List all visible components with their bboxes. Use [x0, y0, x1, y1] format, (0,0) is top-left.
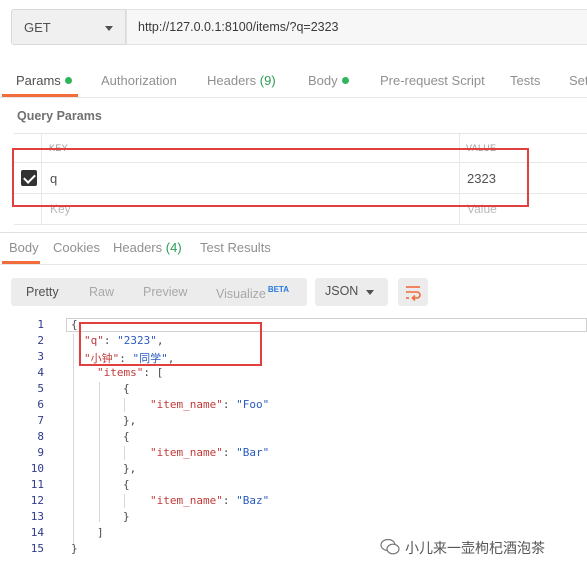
tab-headers-label: Headers [207, 73, 257, 88]
visualize-label: Visualize [216, 287, 266, 301]
tab-response-headers-label: Headers [113, 240, 163, 255]
headers-count: (9) [259, 73, 276, 88]
method-label: GET [24, 20, 51, 35]
url-bar: GET http://127.0.0.1:8100/items/?q=2323 [0, 0, 587, 55]
response-tabs-divider [0, 264, 587, 265]
json-key: "item_name" [150, 446, 223, 459]
json-string: "Bar" [236, 446, 270, 459]
json-string: "Baz" [236, 494, 270, 507]
line-number: 2 [37, 334, 44, 347]
wrap-icon [406, 286, 421, 302]
tab-body-label: Body [308, 73, 338, 88]
code-line: "item_name": "Baz" [150, 494, 269, 507]
json-punctuation: { [123, 430, 130, 443]
line-number: 4 [37, 366, 44, 379]
tab-response-headers[interactable]: Headers (4) [113, 240, 182, 255]
response-divider [0, 232, 587, 233]
code-line: { [71, 318, 78, 331]
params-table-border [14, 133, 587, 134]
code-line: } [71, 542, 78, 555]
tab-pre-request-script[interactable]: Pre-request Script [380, 73, 485, 88]
preview-button[interactable]: Preview [143, 285, 187, 299]
tab-test-results[interactable]: Test Results [200, 240, 271, 255]
code-line: "item_name": "Bar" [150, 446, 269, 459]
tab-params-label: Params [16, 73, 61, 88]
json-punctuation: }, [123, 462, 137, 475]
json-key: "item_name" [150, 398, 223, 411]
format-label: JSON [325, 284, 359, 298]
line-number: 10 [30, 462, 44, 475]
json-key: "item_name" [150, 494, 223, 507]
json-punctuation: ] [97, 526, 104, 539]
tab-body[interactable]: Body [308, 73, 349, 88]
query-params-title: Query Params [17, 109, 102, 123]
json-string: "Foo" [236, 398, 270, 411]
tab-headers[interactable]: Headers (9) [207, 73, 276, 88]
response-headers-count: (4) [165, 240, 182, 255]
line-number: 3 [37, 350, 44, 363]
line-number: 13 [30, 510, 44, 523]
method-select[interactable]: GET [11, 9, 126, 45]
tab-tests[interactable]: Tests [510, 73, 540, 88]
json-punctuation: { [71, 318, 78, 331]
annotation-box-params [12, 148, 529, 207]
code-line: ] [97, 526, 104, 539]
chevron-down-icon [105, 26, 113, 31]
tabs-divider [0, 97, 587, 98]
url-input[interactable]: http://127.0.0.1:8100/items/?q=2323 [126, 9, 587, 45]
json-punctuation: } [123, 510, 130, 523]
json-key: "items" [97, 366, 144, 379]
tab-settings[interactable]: Set [569, 73, 587, 88]
code-line: { [123, 478, 130, 491]
code-line: }, [123, 414, 136, 427]
line-number: 8 [37, 430, 44, 443]
code-line: { [123, 382, 130, 395]
body-active-dot [341, 77, 349, 84]
line-number: 12 [30, 494, 44, 507]
json-punctuation: { [123, 382, 130, 395]
wechat-icon [380, 538, 400, 555]
tab-cookies[interactable]: Cookies [53, 240, 100, 255]
watermark-text: 小儿来一壶枸杞酒泡茶 [405, 540, 545, 556]
url-text: http://127.0.0.1:8100/items/?q=2323 [138, 20, 339, 34]
tab-params[interactable]: Params [16, 73, 72, 88]
json-punctuation: } [71, 542, 78, 555]
line-number: 1 [37, 318, 44, 331]
wrap-lines-button[interactable] [398, 278, 428, 306]
params-active-dot [64, 77, 72, 84]
json-punctuation: : [222, 398, 237, 411]
line-number: 5 [37, 382, 44, 395]
beta-badge: BETA [267, 285, 289, 294]
code-line: }, [123, 462, 136, 475]
line-number: 14 [30, 526, 44, 539]
visualize-button[interactable]: Visualize BETA [216, 285, 289, 301]
json-punctuation: : [222, 446, 237, 459]
line-number: 9 [37, 446, 44, 459]
pretty-button[interactable]: Pretty [26, 285, 59, 299]
chevron-down-icon [366, 290, 374, 295]
request-tabs: Params Authorization Headers (9) Body Pr… [0, 66, 587, 98]
code-line: { [123, 430, 130, 443]
code-line: "item_name": "Foo" [150, 398, 269, 411]
json-punctuation: : [222, 494, 237, 507]
raw-button[interactable]: Raw [89, 285, 114, 299]
format-select[interactable]: JSON [315, 278, 388, 306]
tab-response-body[interactable]: Body [9, 240, 39, 255]
json-punctuation: { [123, 478, 130, 491]
line-number: 15 [30, 542, 44, 555]
line-number: 7 [37, 414, 44, 427]
line-number: 11 [30, 478, 44, 491]
tab-authorization[interactable]: Authorization [101, 73, 177, 88]
json-punctuation: : [ [143, 366, 164, 379]
json-punctuation: }, [123, 414, 137, 427]
params-row-divider [14, 224, 587, 225]
code-line: "items": [ [97, 366, 163, 379]
line-number: 6 [37, 398, 44, 411]
annotation-box-response [79, 322, 262, 366]
code-line: } [123, 510, 130, 523]
